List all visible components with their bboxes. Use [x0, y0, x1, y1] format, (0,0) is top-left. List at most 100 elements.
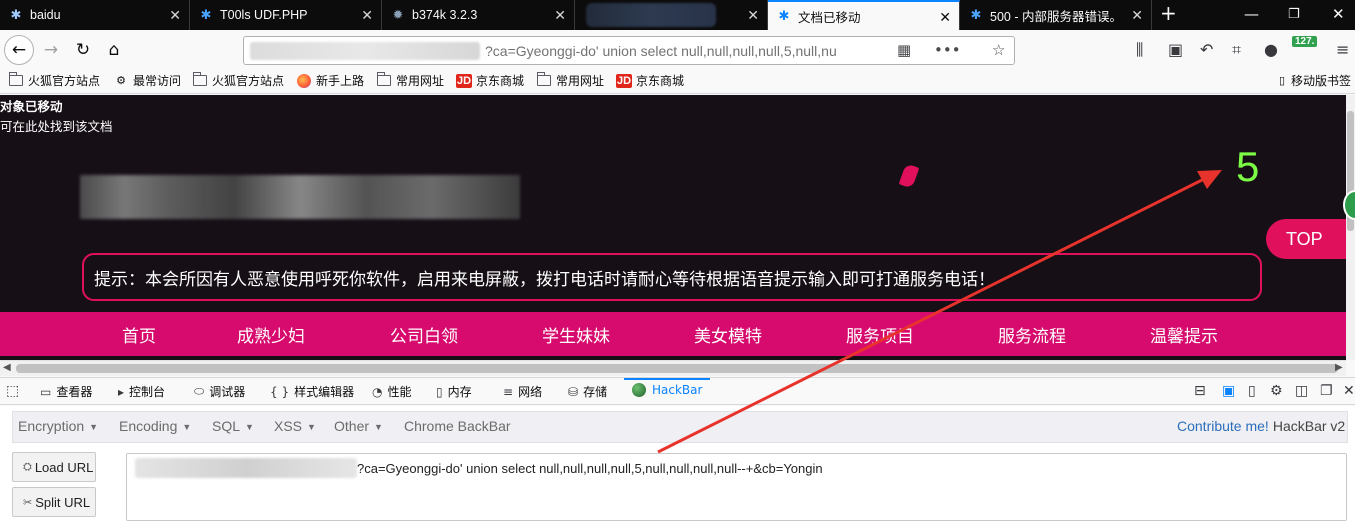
globe-icon: ✱ — [10, 7, 22, 22]
window-close-icon[interactable]: ✕ — [1332, 5, 1345, 23]
nav-item[interactable]: 成熟少妇 — [237, 322, 305, 347]
crop-icon[interactable]: ⌗ — [1232, 40, 1241, 60]
moved-title: 对象已移动 — [0, 99, 63, 114]
folder-icon — [536, 72, 552, 88]
tab-500-error[interactable]: ✱ 500 - 内部服务器错误。 ✕ — [960, 0, 1152, 30]
caret-down-icon: ▼ — [89, 422, 99, 433]
devtools-tab-console[interactable]: ▸ 控制台 — [118, 383, 165, 400]
devtools-tab-storage[interactable]: ⛁ 存储 — [568, 383, 607, 400]
devtools-tab-inspector[interactable]: ▭ 查看器 — [40, 383, 92, 400]
extension-badge[interactable]: 127. — [1292, 36, 1318, 47]
hackbar-menu: Encryption ▼ Encoding ▼ SQL ▼ XSS ▼ Other ▼ C… — [12, 411, 1348, 443]
menu-xss[interactable]: XSS ▼ — [274, 418, 316, 434]
menu-icon[interactable]: ≡ — [1336, 40, 1349, 59]
bookmark-item[interactable]: JD 京东商城 — [616, 72, 684, 89]
scrollbar-thumb[interactable] — [16, 364, 1338, 373]
restore-icon[interactable]: ❐ — [1288, 7, 1300, 22]
home-button[interactable]: ⌂ — [101, 37, 127, 63]
caret-down-icon: ▼ — [182, 422, 192, 433]
url-text[interactable]: ?ca=Gyeonggi-do' union select null,null,… — [485, 43, 865, 59]
nav-item[interactable]: 公司白领 — [390, 322, 458, 347]
responsive-icon[interactable]: ▯ — [1248, 383, 1256, 399]
close-icon[interactable]: ✕ — [939, 9, 951, 26]
url-textarea[interactable]: ?ca=Gyeonggi-do' union select null,null,… — [126, 453, 1347, 521]
nav-item[interactable]: 首页 — [122, 322, 156, 347]
bookmark-label: 火狐官方站点 — [28, 74, 101, 88]
url-host-redacted — [250, 42, 480, 60]
nav-item[interactable]: 美女模特 — [694, 322, 762, 347]
contribute-link[interactable]: Contribute me! — [1177, 418, 1269, 434]
devtools-tab-performance[interactable]: ◔ 性能 — [372, 383, 412, 400]
close-icon[interactable]: ✕ — [747, 7, 759, 24]
new-tab-icon[interactable]: + — [1160, 1, 1177, 25]
close-devtools-icon[interactable]: ✕ — [1343, 383, 1355, 399]
globe-icon: ✱ — [778, 8, 790, 23]
close-icon[interactable]: ✕ — [169, 7, 181, 24]
devtools-tab-network[interactable]: ≡ 网络 — [503, 383, 542, 400]
qrcode-icon[interactable]: ▦ — [897, 41, 911, 59]
close-icon[interactable]: ✕ — [554, 7, 566, 24]
hackbar-panel: Encryption ▼ Encoding ▼ SQL ▼ XSS ▼ Other ▼ C… — [0, 406, 1355, 522]
settings-icon[interactable]: ⚙ — [1270, 383, 1283, 399]
bookmark-label: 常用网址 — [556, 74, 605, 88]
bookmark-item[interactable]: 新手上路 — [296, 72, 364, 89]
element-picker-icon[interactable]: ⬚ — [6, 383, 19, 399]
devtools-tab-debugger[interactable]: ⬭ 调试器 — [194, 383, 245, 400]
url-textarea-value[interactable]: ?ca=Gyeonggi-do' union select null,null,… — [357, 461, 823, 476]
tab-t00ls[interactable]: ✱ T00ls UDF.PHP ✕ — [190, 0, 382, 30]
menu-chrome-backbar[interactable]: Chrome BackBar — [404, 418, 511, 434]
load-url-button[interactable]: ⛭ Load URL — [12, 452, 96, 482]
devtools-tab-memory[interactable]: ▯ 内存 — [436, 383, 472, 400]
performance-icon: ◔ — [372, 384, 383, 399]
tab-label: baidu — [30, 8, 61, 22]
bookmark-item[interactable]: JD 京东商城 — [456, 72, 524, 89]
split-url-button[interactable]: ✂ Split URL — [12, 487, 96, 517]
dock-side-icon[interactable]: ◫ — [1295, 383, 1308, 399]
bookmark-item[interactable]: 火狐官方站点 — [8, 72, 100, 89]
bookmark-item[interactable]: 常用网址 — [536, 72, 604, 89]
sidebar-icon[interactable]: ▣ — [1168, 40, 1183, 59]
devtools-tab-hackbar[interactable]: HackBar — [632, 383, 702, 397]
bookmark-star-icon[interactable]: ☆ — [992, 41, 1005, 59]
reload-button[interactable]: ↻ — [70, 37, 96, 63]
nav-item[interactable]: 学生妹妹 — [542, 322, 610, 347]
back-button[interactable]: ← — [4, 35, 34, 65]
top-button[interactable]: TOP — [1266, 219, 1346, 259]
bookmark-item[interactable]: ⚙ 最常访问 — [113, 72, 181, 89]
url-bar[interactable]: ?ca=Gyeonggi-do' union select null,null,… — [243, 36, 1015, 65]
bookmark-item[interactable]: 常用网址 — [376, 72, 444, 89]
tab-baidu[interactable]: ✱ baidu ✕ — [0, 0, 190, 30]
scroll-left-icon[interactable]: ◀ — [3, 362, 11, 373]
moved-link[interactable]: 可在此处找到该文档 — [0, 116, 113, 135]
minimize-icon[interactable]: — — [1244, 5, 1259, 23]
chat-icon[interactable]: ● — [1264, 40, 1278, 59]
menu-other[interactable]: Other ▼ — [334, 418, 383, 434]
tab-document-moved[interactable]: ✱ 文档已移动 ✕ — [768, 0, 960, 30]
globe-icon: ✱ — [200, 7, 212, 22]
close-icon[interactable]: ✕ — [1131, 7, 1143, 24]
horizontal-scrollbar[interactable]: ◀ ▶ — [0, 360, 1346, 376]
more-actions-icon[interactable]: ••• — [934, 41, 961, 59]
library-icon[interactable]: ⫼ — [1136, 40, 1143, 60]
nav-item[interactable]: 服务项目 — [846, 322, 914, 347]
tab-strip: ✱ baidu ✕ ✱ T00ls UDF.PHP ✕ ✹ b374k 3.2.… — [0, 0, 1355, 30]
nav-item[interactable]: 服务流程 — [998, 322, 1066, 347]
devtools-tab-style-editor[interactable]: { } 样式编辑器 — [270, 383, 354, 400]
undo-icon[interactable]: ↶ — [1200, 40, 1213, 59]
tab-label: 500 - 内部服务器错误。 — [990, 9, 1122, 24]
scroll-right-icon[interactable]: ▶ — [1335, 362, 1343, 373]
separate-window-icon[interactable]: ❐ — [1320, 383, 1333, 399]
storage-icon: ⛁ — [568, 384, 579, 399]
menu-encryption[interactable]: Encryption ▼ — [18, 418, 98, 434]
menu-encoding[interactable]: Encoding ▼ — [119, 418, 191, 434]
close-icon[interactable]: ✕ — [361, 7, 373, 24]
split-console-icon[interactable]: ▣ — [1222, 383, 1235, 399]
tab-b374k[interactable]: ✹ b374k 3.2.3 ✕ — [382, 0, 575, 30]
nav-item[interactable]: 温馨提示 — [1150, 322, 1218, 347]
menu-sql[interactable]: SQL ▼ — [212, 418, 254, 434]
bookmark-item[interactable]: 火狐官方站点 — [192, 72, 284, 89]
mobile-bookmarks[interactable]: ▯ 移动版书签 — [1277, 72, 1351, 89]
vertical-scrollbar[interactable] — [1346, 95, 1355, 360]
forward-button[interactable]: → — [38, 37, 64, 63]
dock-layout-icon[interactable]: ⊟ — [1194, 383, 1206, 399]
